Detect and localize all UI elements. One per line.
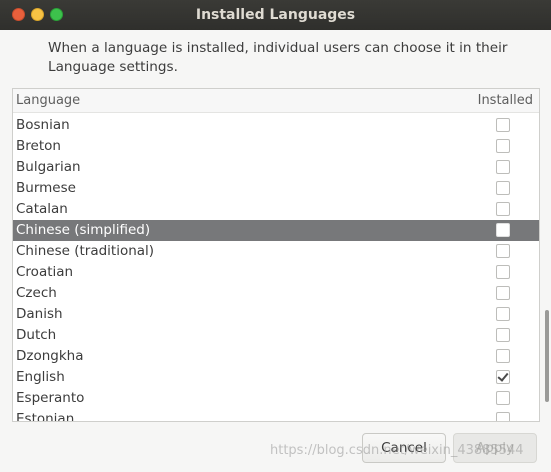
installed-checkbox[interactable] [496, 244, 510, 258]
installed-checkbox[interactable] [496, 307, 510, 321]
list-item[interactable]: Bosnian [13, 115, 539, 136]
installed-checkbox[interactable] [496, 265, 510, 279]
language-label: Breton [16, 138, 61, 154]
language-label: Bulgarian [16, 159, 81, 175]
language-rows: Bosnian Breton Bulgarian Burmese Catalan Chin… [13, 115, 539, 422]
language-label: Danish [16, 306, 63, 322]
language-label: Estonian [16, 411, 75, 422]
list-item[interactable]: Estonian [13, 409, 539, 422]
list-item[interactable]: Czech [13, 283, 539, 304]
list-item[interactable]: Esperanto [13, 388, 539, 409]
window-title: Installed Languages [195, 7, 356, 23]
list-item[interactable]: Bulgarian [13, 157, 539, 178]
language-label: Chinese (simplified) [16, 222, 151, 238]
language-label: Czech [16, 285, 57, 301]
title-bar[interactable]: Installed Languages [0, 0, 551, 30]
language-list[interactable]: Language Installed Bosnian Breton Bulgaria… [12, 88, 540, 422]
installed-checkbox[interactable] [496, 202, 510, 216]
list-item[interactable]: Catalan [13, 199, 539, 220]
installed-languages-dialog: Installed Languages When a language is i… [0, 0, 551, 472]
list-item[interactable]: Chinese (traditional) [13, 241, 539, 262]
list-item[interactable]: Breton [13, 136, 539, 157]
language-label: Burmese [16, 180, 76, 196]
list-header: Language Installed [13, 89, 539, 113]
column-header-installed[interactable]: Installed [478, 93, 533, 108]
installed-checkbox[interactable] [496, 223, 510, 237]
list-item[interactable]: Burmese [13, 178, 539, 199]
language-label: Bosnian [16, 117, 70, 133]
installed-checkbox[interactable] [496, 370, 510, 384]
installed-checkbox[interactable] [496, 328, 510, 342]
language-label: English [16, 369, 65, 385]
list-item[interactable]: Croatian [13, 262, 539, 283]
list-item[interactable]: Dzongkha [13, 346, 539, 367]
watermark-text: https://blog.csdn.net/weixin_43885544 [270, 443, 524, 458]
language-label: Croatian [16, 264, 74, 280]
language-label: Catalan [16, 201, 68, 217]
installed-checkbox[interactable] [496, 412, 510, 421]
checkmark-icon [497, 370, 509, 382]
installed-checkbox[interactable] [496, 181, 510, 195]
list-scrollbar[interactable] [545, 310, 549, 402]
language-label: Dzongkha [16, 348, 84, 364]
language-label: Chinese (traditional) [16, 243, 155, 259]
installed-checkbox[interactable] [496, 391, 510, 405]
list-item[interactable]: Chinese (simplified) [13, 220, 539, 241]
installed-checkbox[interactable] [496, 139, 510, 153]
language-label: Esperanto [16, 390, 85, 406]
installed-checkbox[interactable] [496, 349, 510, 363]
description-text: When a language is installed, individual… [48, 40, 508, 75]
list-item[interactable]: Dutch [13, 325, 539, 346]
language-label: Dutch [16, 327, 57, 343]
list-item[interactable]: English [13, 367, 539, 388]
list-item[interactable]: Danish [13, 304, 539, 325]
installed-checkbox[interactable] [496, 286, 510, 300]
installed-checkbox[interactable] [496, 118, 510, 132]
installed-checkbox[interactable] [496, 160, 510, 174]
column-header-language[interactable]: Language [16, 93, 80, 108]
